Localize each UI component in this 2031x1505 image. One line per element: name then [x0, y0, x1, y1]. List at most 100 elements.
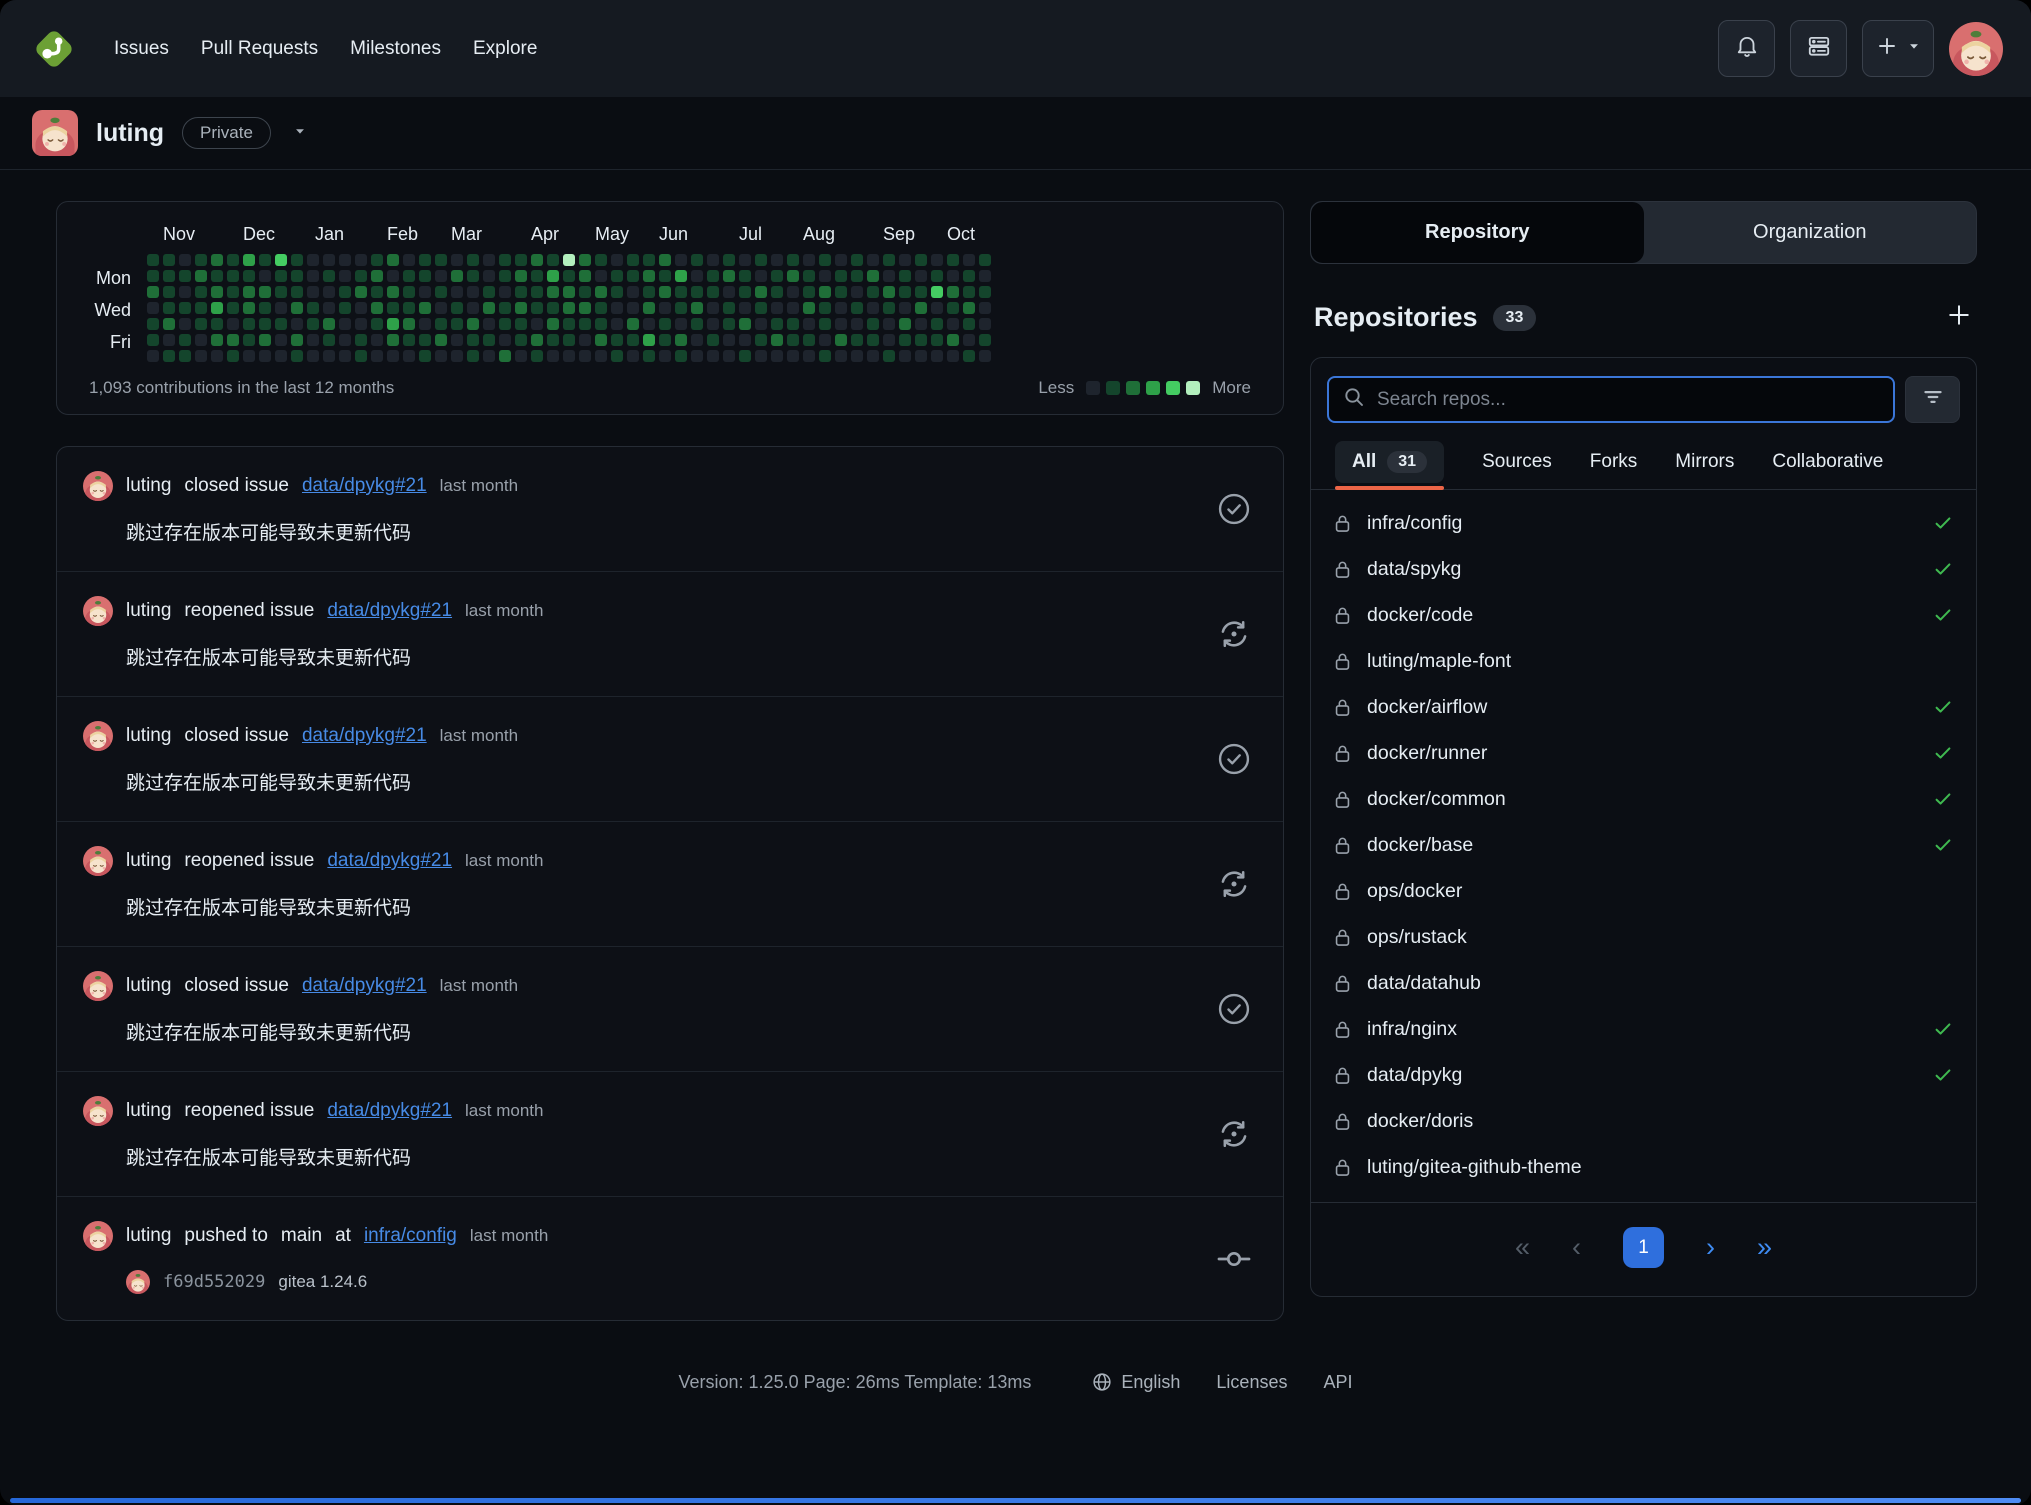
nav-link-explore[interactable]: Explore — [457, 26, 553, 72]
view-tab-repository[interactable]: Repository — [1311, 202, 1644, 263]
repo-row[interactable]: docker/base — [1317, 822, 1970, 868]
repo-row[interactable]: luting/gitea-github-theme — [1317, 1144, 1970, 1190]
heatmap-cell — [339, 350, 351, 362]
feed-action-text: reopened issue — [184, 850, 314, 872]
feed-user-avatar[interactable] — [83, 721, 113, 751]
filter-tab-all[interactable]: All31 — [1335, 441, 1444, 483]
feed-target-link[interactable]: data/dpykg#21 — [327, 1100, 452, 1122]
filter-tab-label: Forks — [1590, 451, 1638, 472]
heatmap-cell — [851, 334, 863, 346]
repo-name: luting/maple-font — [1367, 650, 1511, 673]
filter-tab-forks[interactable]: Forks — [1590, 439, 1638, 489]
feed-username[interactable]: luting — [126, 475, 171, 497]
footer-link-licenses[interactable]: Licenses — [1216, 1372, 1287, 1393]
nav-link-milestones[interactable]: Milestones — [334, 26, 457, 72]
pagination-next-button[interactable]: › — [1706, 1234, 1715, 1261]
heatmap-cell — [339, 270, 351, 282]
profile-avatar[interactable] — [32, 110, 78, 156]
heatmap-cell — [547, 286, 559, 298]
repo-check-icon — [1932, 604, 1954, 626]
feed-username[interactable]: luting — [126, 850, 171, 872]
nav-link-pull-requests[interactable]: Pull Requests — [185, 26, 334, 72]
repo-row[interactable]: docker/runner — [1317, 730, 1970, 776]
feed-target-link[interactable]: data/dpykg#21 — [327, 850, 452, 872]
repo-row[interactable]: infra/nginx — [1317, 1006, 1970, 1052]
activity-feed: lutingclosed issuedata/dpykg#21last mont… — [56, 446, 1284, 1321]
repo-row[interactable]: docker/code — [1317, 592, 1970, 638]
feed-user-avatar[interactable] — [83, 596, 113, 626]
footer-link-english[interactable]: English — [1091, 1371, 1180, 1393]
lock-icon — [1333, 881, 1352, 902]
repo-search-input[interactable] — [1377, 389, 1880, 411]
user-avatar[interactable] — [1949, 22, 2003, 76]
repo-filter-tabs: All31 Sources Forks Mirrors Collaborative — [1311, 423, 1976, 490]
feed-username[interactable]: luting — [126, 1100, 171, 1122]
heatmap-cell — [515, 350, 527, 362]
heatmap-month-label: Sep — [883, 224, 915, 245]
feed-item: lutingpushed tomainatinfra/configlast mo… — [57, 1197, 1283, 1320]
feed-username[interactable]: luting — [126, 1225, 171, 1247]
feed-username[interactable]: luting — [126, 975, 171, 997]
create-new-button[interactable] — [1862, 20, 1934, 77]
navbar-actions — [1718, 20, 2003, 77]
gitea-logo-icon[interactable] — [28, 23, 80, 75]
heatmap-cell — [915, 350, 927, 362]
heatmap-cell — [915, 254, 927, 266]
add-repository-button[interactable] — [1945, 301, 1973, 334]
repo-row[interactable]: infra/config — [1317, 500, 1970, 546]
notifications-button[interactable] — [1718, 20, 1775, 77]
pagination-prev-button[interactable]: ‹ — [1572, 1234, 1581, 1261]
filter-tab-mirrors[interactable]: Mirrors — [1675, 439, 1734, 489]
admin-panel-button[interactable] — [1790, 20, 1847, 77]
heatmap-cell — [595, 254, 607, 266]
repo-row[interactable]: ops/docker — [1317, 868, 1970, 914]
repo-row[interactable]: docker/airflow — [1317, 684, 1970, 730]
repo-row[interactable]: luting/maple-font — [1317, 638, 1970, 684]
heatmap-cell — [259, 254, 271, 266]
issue-reopened-icon — [1215, 615, 1253, 653]
filter-tab-collaborative[interactable]: Collaborative — [1772, 439, 1883, 489]
heatmap-cell — [675, 254, 687, 266]
heatmap-cell — [435, 318, 447, 330]
view-tab-organization[interactable]: Organization — [1644, 202, 1977, 263]
heatmap-cell — [371, 286, 383, 298]
repo-row[interactable]: ops/rustack — [1317, 914, 1970, 960]
commit-sha-link[interactable]: f69d552029 — [163, 1272, 265, 1292]
feed-user-avatar[interactable] — [83, 1221, 113, 1251]
footer-link-api[interactable]: API — [1323, 1372, 1352, 1393]
feed-user-avatar[interactable] — [83, 1096, 113, 1126]
feed-username[interactable]: luting — [126, 725, 171, 747]
nav-link-issues[interactable]: Issues — [98, 26, 185, 72]
repo-row[interactable]: data/spykg — [1317, 546, 1970, 592]
repo-row[interactable]: docker/doris — [1317, 1098, 1970, 1144]
heatmap-cell — [755, 350, 767, 362]
feed-username[interactable]: luting — [126, 600, 171, 622]
pagination-last-button[interactable]: » — [1757, 1234, 1772, 1261]
feed-target-link[interactable]: data/dpykg#21 — [302, 975, 427, 997]
repo-row[interactable]: docker/common — [1317, 776, 1970, 822]
feed-target-link[interactable]: infra/config — [364, 1225, 457, 1247]
feed-target-link[interactable]: data/dpykg#21 — [302, 475, 427, 497]
repo-filter-button[interactable] — [1905, 376, 1960, 423]
feed-target-link[interactable]: data/dpykg#21 — [327, 600, 452, 622]
heatmap-cell — [451, 334, 463, 346]
repo-row[interactable]: data/dpykg — [1317, 1052, 1970, 1098]
heatmap-cell — [579, 286, 591, 298]
profile-dropdown-caret-icon[interactable] — [293, 124, 307, 143]
feed-user-avatar[interactable] — [83, 471, 113, 501]
feed-user-avatar[interactable] — [83, 846, 113, 876]
pagination-first-button[interactable]: « — [1515, 1234, 1530, 1261]
filter-tab-sources[interactable]: Sources — [1482, 439, 1552, 489]
heatmap-cell — [867, 350, 879, 362]
pagination-current-page[interactable]: 1 — [1623, 1227, 1664, 1268]
heatmap-cell — [595, 270, 607, 282]
heatmap-cell — [627, 350, 639, 362]
heatmap-cell — [515, 302, 527, 314]
heatmap-cell — [563, 254, 575, 266]
repo-row[interactable]: data/datahub — [1317, 960, 1970, 1006]
heatmap-cell — [227, 270, 239, 282]
feed-user-avatar[interactable] — [83, 971, 113, 1001]
feed-branch-name[interactable]: main — [281, 1225, 322, 1247]
feed-target-link[interactable]: data/dpykg#21 — [302, 725, 427, 747]
filter-tab-count-badge: 31 — [1387, 451, 1427, 473]
